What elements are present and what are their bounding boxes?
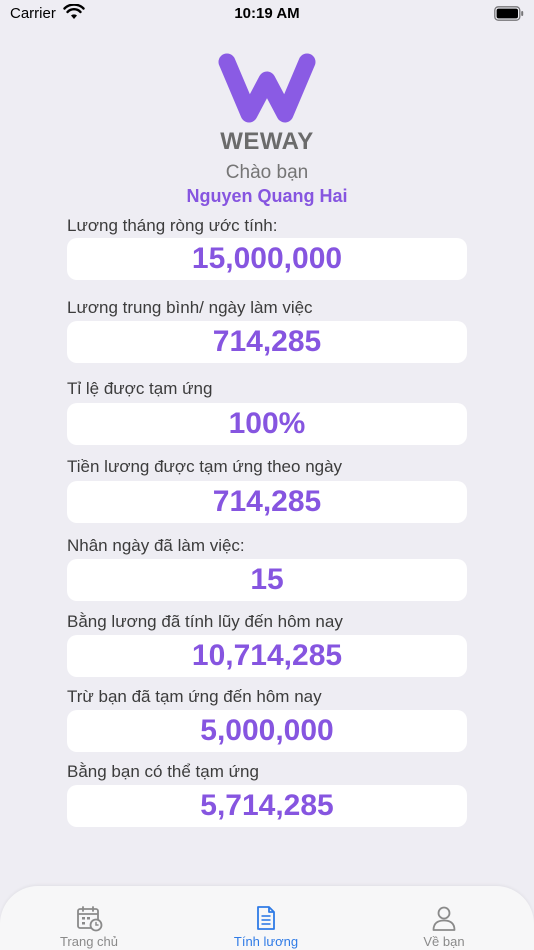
- tab-bar: Trang chủ Tính lương Về bạn: [0, 886, 534, 950]
- document-icon: [257, 906, 275, 930]
- daily-advance-label: Tiền lương được tạm ứng theo ngày: [67, 457, 343, 476]
- status-bar: Carrier 10:19 AM: [0, 0, 534, 30]
- brand-name: WEWAY: [220, 128, 314, 155]
- advanced-amount-value: 5,000,000: [67, 710, 467, 752]
- daily-advance-value: 714,285: [67, 481, 467, 523]
- greeting-text: Chào bạn: [225, 162, 309, 183]
- calendar-clock-icon: [77, 906, 103, 932]
- battery-icon: [494, 6, 524, 21]
- worked-days-value: 15: [67, 559, 467, 601]
- available-advance-value: 5,714,285: [67, 785, 467, 827]
- user-name: Nguyen Quang Hai: [186, 186, 348, 206]
- tab-profile[interactable]: Về bạn: [384, 886, 504, 950]
- tab-home-label: Trang chủ: [59, 934, 119, 949]
- available-advance-label: Bằng bạn có thể tạm ứng: [67, 762, 259, 781]
- estimated-salary-label: Lương tháng ròng ước tính:: [67, 216, 278, 235]
- tab-salary[interactable]: Tính lương: [206, 886, 326, 950]
- worked-days-label: Nhân ngày đã làm việc:: [67, 536, 245, 555]
- tab-home[interactable]: Trang chủ: [29, 886, 149, 950]
- advanced-amount-label: Trừ bạn đã tạm ứng đến hôm nay: [67, 687, 322, 706]
- tab-profile-label: Về bạn: [423, 934, 465, 949]
- estimated-salary-value: 15,000,000: [67, 238, 467, 280]
- daily-average-label: Lương trung bình/ ngày làm việc: [67, 298, 313, 317]
- advance-rate-label: Tỉ lệ được tạm ứng: [67, 379, 213, 398]
- daily-average-value: 714,285: [67, 321, 467, 363]
- accrued-salary-label: Bằng lương đã tính lũy đến hôm nay: [67, 612, 343, 631]
- accrued-salary-value: 10,714,285: [67, 635, 467, 677]
- tab-salary-label: Tính lương: [233, 934, 299, 949]
- salary-screen: Carrier 10:19 AM WEWAY Chào bạn Nguyen Q…: [0, 0, 534, 950]
- user-icon: [432, 906, 456, 931]
- status-time: 10:19 AM: [234, 5, 300, 22]
- advance-rate-value: 100%: [67, 403, 467, 445]
- weway-logo-icon: [218, 53, 316, 123]
